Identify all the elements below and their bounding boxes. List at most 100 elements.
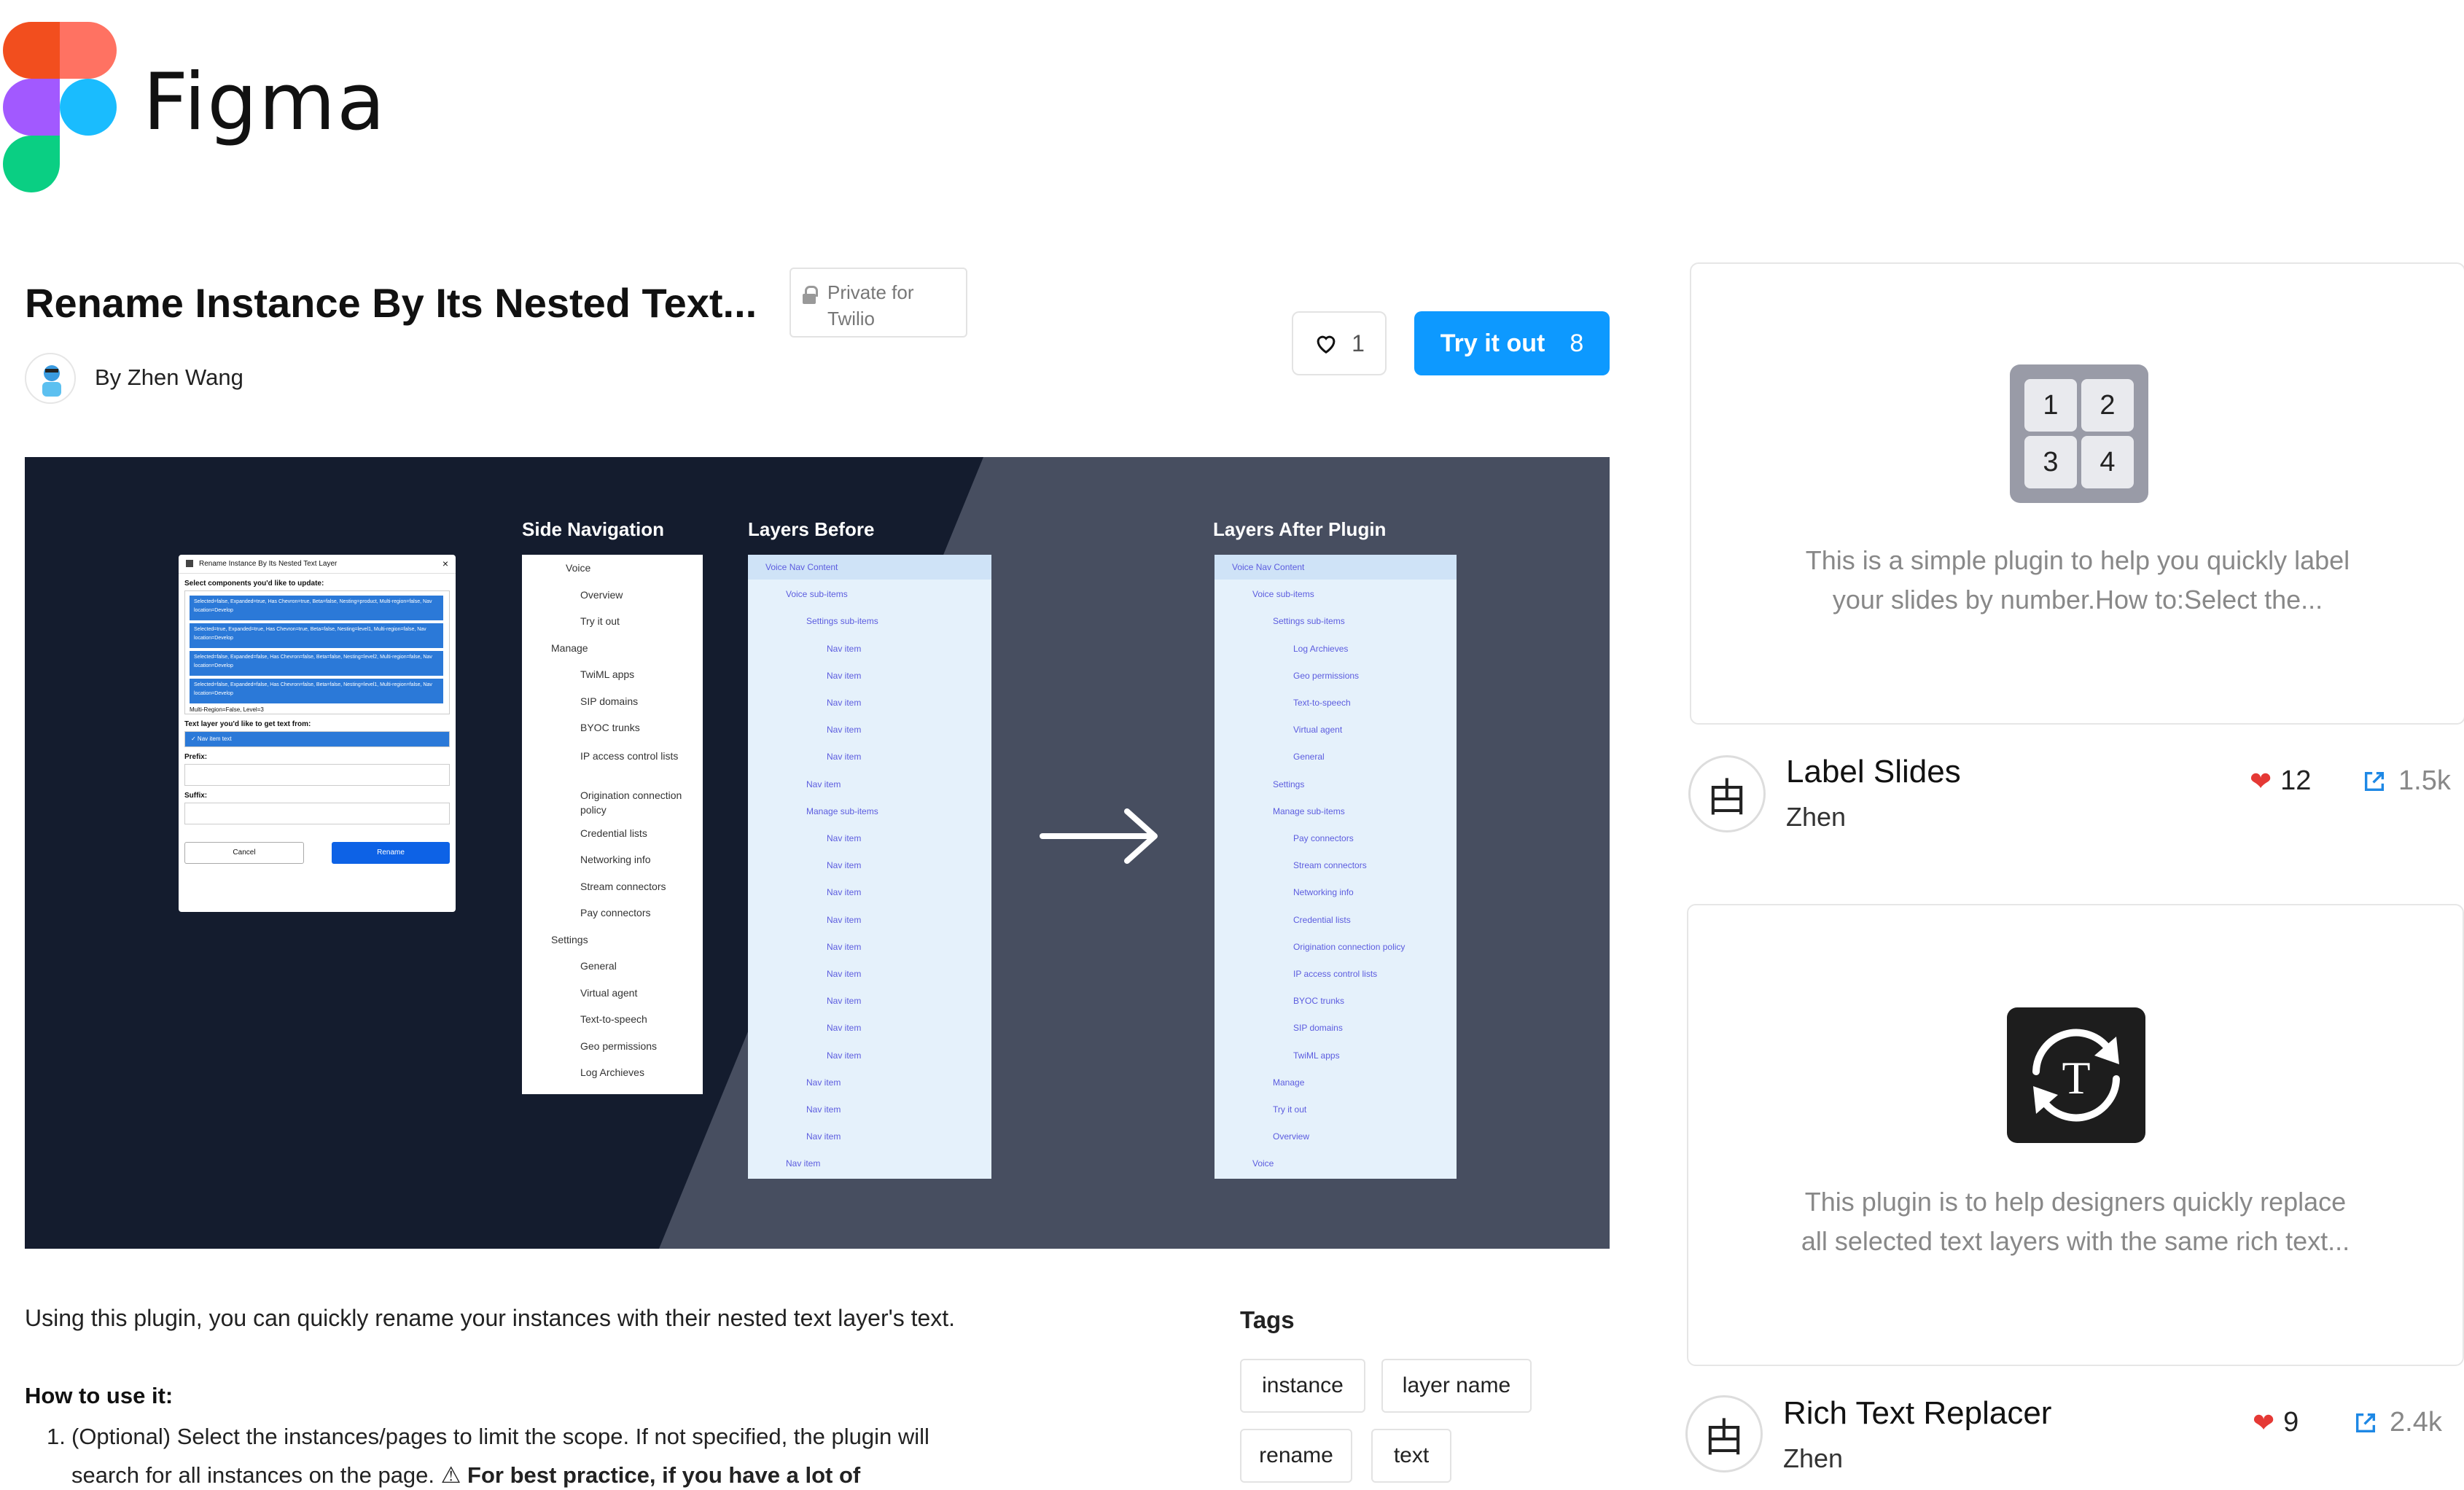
step-text-warning: ⚠ For best practice, if you have a lot o… <box>440 1462 861 1488</box>
side-nav-item: Pay connectors <box>580 907 651 918</box>
tags-heading: Tags <box>1240 1306 1295 1333</box>
layer-row: Log Archieves <box>1293 643 1349 654</box>
layer-row: Nav item <box>827 725 862 736</box>
layer-row: Voice sub-items <box>786 589 848 600</box>
uses-count: 2.4k <box>2390 1407 2442 1438</box>
author-name[interactable]: By Zhen Wang <box>95 364 243 391</box>
layer-row: Nav item <box>827 941 862 952</box>
side-nav-item: Text-to-speech <box>580 1013 647 1025</box>
side-nav-item: Voice <box>566 562 591 574</box>
step-text: (Optional) Select the instances/pages to… <box>71 1424 929 1449</box>
try-it-out-button[interactable]: Try it out 8 <box>1414 311 1610 375</box>
layer-row: TwiML apps <box>1293 1050 1340 1061</box>
avatar[interactable]: 甴 <box>1685 1395 1763 1473</box>
try-it-out-label: Try it out <box>1440 329 1545 357</box>
card-description: This plugin is to help designers quickly… <box>1688 1182 2463 1261</box>
side-nav-item: Credential lists <box>580 827 647 839</box>
layer-row: Nav item <box>827 887 862 898</box>
layers-after-title: Layers After Plugin <box>1213 518 1387 540</box>
step-number: 1. <box>47 1424 66 1449</box>
dialog-cancel-button: Cancel <box>184 842 304 864</box>
rich-text-replacer-icon: T <box>2007 1007 2145 1143</box>
layer-row: Nav item <box>827 969 862 979</box>
layer-row: Nav item <box>827 914 862 925</box>
side-nav-item: General <box>580 960 617 972</box>
layer-row: Nav item <box>827 996 862 1007</box>
svg-text:T: T <box>2062 1052 2090 1104</box>
related-plugin-author[interactable]: Zhen <box>1786 802 1846 832</box>
side-nav-item: Manage <box>551 641 588 654</box>
layer-row: General <box>1293 752 1325 762</box>
layer-row: Manage <box>1273 1077 1305 1088</box>
hero-image: Rename Instance By Its Nested Text Layer… <box>25 457 1610 1249</box>
close-icon: × <box>442 558 448 569</box>
arrow-right-icon <box>1040 808 1158 864</box>
dialog-text-layer-select: ✓ Nav item text <box>184 731 450 747</box>
step-text-continued: search for all instances on the page. ⚠ … <box>71 1462 860 1489</box>
tag-layer-name[interactable]: layer name <box>1381 1359 1532 1413</box>
dialog-prefix-input <box>184 764 450 786</box>
side-nav-item: Stream connectors <box>580 880 666 892</box>
layer-row: Try it out <box>1273 1104 1307 1115</box>
layer-row: Pay connectors <box>1293 833 1354 843</box>
like-count: 1 <box>1352 329 1365 356</box>
side-nav-item: Log Archieves <box>580 1066 644 1078</box>
step-text-normal: search for all instances on the page. <box>71 1462 441 1488</box>
avatar[interactable]: 甴 <box>1688 755 1766 832</box>
plugin-description: Using this plugin, you can quickly renam… <box>25 1305 956 1331</box>
heart-icon: ❤ <box>2250 765 2272 796</box>
page-title: Rename Instance By Its Nested Text... <box>25 280 757 326</box>
layer-row: Nav item <box>806 1077 841 1088</box>
related-plugin-author[interactable]: Zhen <box>1783 1443 1843 1474</box>
side-nav-item: Virtual agent <box>580 986 638 999</box>
list-item: Selected=false, Expanded=false, Has Chev… <box>190 679 443 703</box>
related-plugin-card[interactable]: T This plugin is to help designers quick… <box>1687 904 2464 1366</box>
dialog-suffix-input <box>184 803 450 824</box>
layer-row: Virtual agent <box>1293 725 1343 736</box>
side-nav-panel: Voice Overview Try it out Manage TwiML apps S… <box>522 555 703 1094</box>
layers-before-title: Layers Before <box>748 518 875 540</box>
layers-before-panel: Voice Nav Content Voice sub-items Settings… <box>748 555 991 1179</box>
dialog-text-layer-label: Text layer you'd like to get text from: <box>184 720 311 728</box>
side-nav-title: Side Navigation <box>522 518 665 540</box>
related-plugin-title[interactable]: Label Slides <box>1786 754 1961 790</box>
private-badge: Private for Twilio <box>790 268 967 338</box>
related-plugin-title[interactable]: Rich Text Replacer <box>1783 1395 2051 1432</box>
tag-rename[interactable]: rename <box>1240 1429 1352 1483</box>
side-nav-item: Origination connection policy <box>580 789 682 816</box>
card-description-line: your slides by number.How to:Select the.… <box>1832 585 2323 615</box>
layer-row: IP access control lists <box>1293 969 1378 979</box>
like-button[interactable]: 1 <box>1292 311 1387 375</box>
label-slides-icon: 1 2 3 4 <box>2010 364 2148 503</box>
layer-row: Stream connectors <box>1293 860 1367 871</box>
brand-wordmark[interactable]: Figma <box>143 57 386 148</box>
layer-row: BYOC trunks <box>1293 996 1345 1007</box>
dialog-header: Rename Instance By Its Nested Text Layer… <box>179 555 456 574</box>
layer-row: Voice Nav Content <box>765 562 838 572</box>
layer-row: Nav item <box>806 1131 841 1142</box>
layer-row: Nav item <box>827 643 862 654</box>
layer-row: Nav item <box>806 779 841 789</box>
tag-instance[interactable]: instance <box>1240 1359 1365 1413</box>
card-description-line: all selected text layers with the same r… <box>1801 1226 2350 1256</box>
figma-logo[interactable] <box>3 22 120 197</box>
list-item: Selected=false, Expanded=false, Has Chev… <box>190 651 443 676</box>
author-avatar[interactable] <box>25 353 76 404</box>
list-item: Selected=true, Expanded=true, Has Chevro… <box>190 623 443 648</box>
related-plugin-card[interactable]: 1 2 3 4 This is a simple plugin to help … <box>1690 262 2464 725</box>
layer-row: Manage sub-items <box>1273 806 1345 816</box>
dialog-rename-button: Rename <box>332 842 450 864</box>
layer-row: Nav item <box>786 1158 821 1169</box>
like-count: 12 <box>2280 765 2312 796</box>
layer-row: Settings sub-items <box>806 616 878 627</box>
icon-number: 3 <box>2024 436 2077 488</box>
side-nav-item: Geo permissions <box>580 1040 658 1052</box>
list-item: Selected=false, Expanded=true, Has Chevr… <box>190 596 443 620</box>
related-likes[interactable]: ❤ 9 <box>2253 1407 2299 1438</box>
layer-row: Nav item <box>806 1104 841 1115</box>
tag-text[interactable]: text <box>1371 1429 1451 1483</box>
plugin-dialog-preview: Rename Instance By Its Nested Text Layer… <box>179 555 456 912</box>
external-link-icon <box>2355 1413 2376 1432</box>
related-likes[interactable]: ❤ 12 <box>2250 765 2311 797</box>
try-count: 8 <box>1570 329 1584 357</box>
